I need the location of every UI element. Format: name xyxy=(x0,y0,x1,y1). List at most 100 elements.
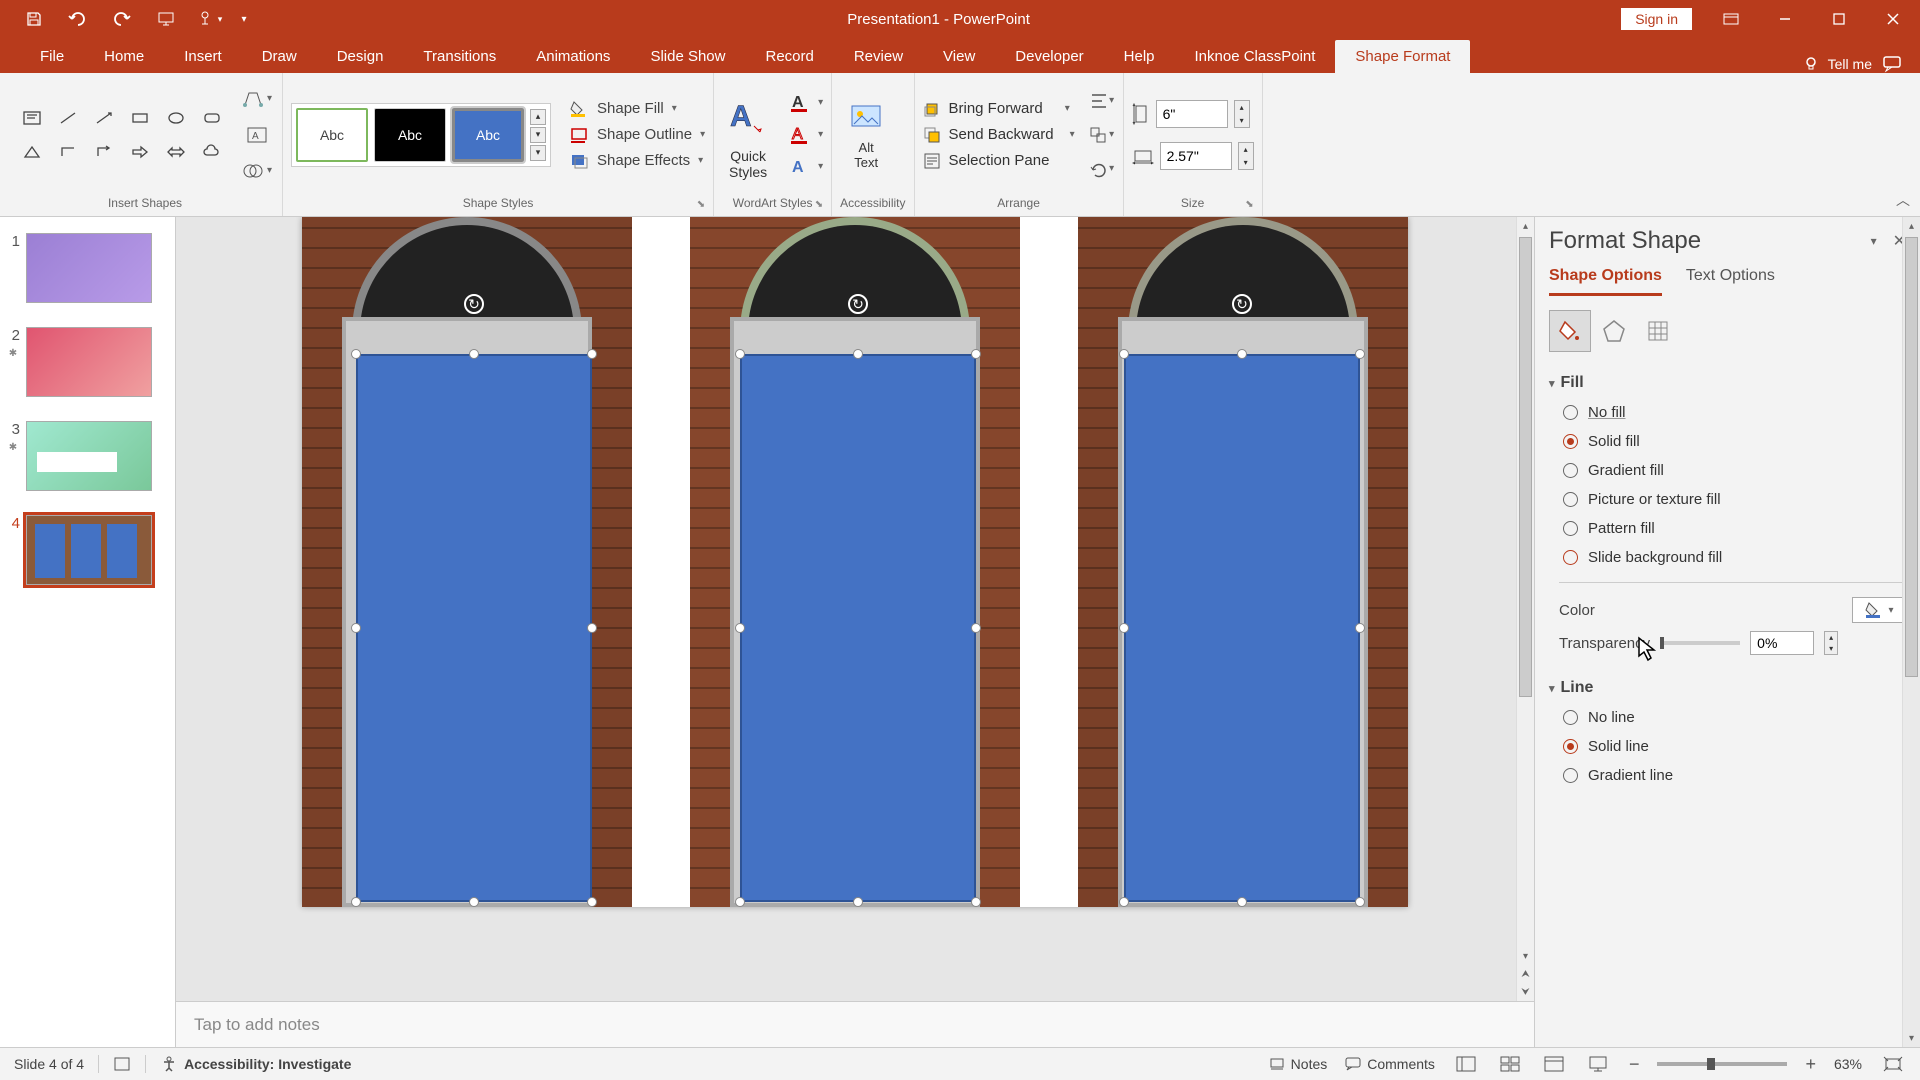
tab-review[interactable]: Review xyxy=(834,40,923,73)
notes-toggle[interactable]: Notes xyxy=(1269,1056,1328,1072)
width-spinner[interactable]: ▴▾ xyxy=(1238,142,1254,170)
tab-file[interactable]: File xyxy=(20,40,84,73)
size-dialog-launcher[interactable]: ⬊ xyxy=(1245,199,1253,210)
tab-slideshow[interactable]: Slide Show xyxy=(630,40,745,73)
selection-pane-button[interactable]: Selection Pane xyxy=(923,152,1075,170)
tab-classpoint[interactable]: Inknoe ClassPoint xyxy=(1175,40,1336,73)
width-field[interactable]: ▴▾ xyxy=(1132,142,1254,170)
selection-handle[interactable] xyxy=(1119,349,1129,359)
transparency-input[interactable] xyxy=(1750,631,1814,655)
fill-line-icon[interactable] xyxy=(1549,310,1591,352)
tab-draw[interactable]: Draw xyxy=(242,40,317,73)
radio-no-line[interactable]: No line xyxy=(1563,709,1920,726)
shape-cloud-icon[interactable] xyxy=(196,137,228,167)
selection-handle[interactable] xyxy=(351,623,361,633)
text-outline-button[interactable]: A▾ xyxy=(788,122,823,148)
selection-handle[interactable] xyxy=(1355,897,1365,907)
style-swatch-2[interactable]: Abc xyxy=(374,108,446,162)
zoom-out-button[interactable]: − xyxy=(1629,1054,1640,1075)
selection-handle[interactable] xyxy=(1119,623,1129,633)
radio-solid-fill[interactable]: Solid fill xyxy=(1563,433,1920,450)
comments-toggle[interactable]: Comments xyxy=(1345,1056,1435,1072)
selection-handle[interactable] xyxy=(853,897,863,907)
shape-leftright-arrow-icon[interactable] xyxy=(160,137,192,167)
reading-view-button[interactable] xyxy=(1541,1053,1567,1075)
zoom-slider[interactable] xyxy=(1657,1062,1787,1066)
shape-style-gallery[interactable]: Abc Abc Abc ▴▾▾ xyxy=(291,103,551,167)
size-properties-icon[interactable] xyxy=(1637,310,1679,352)
radio-pattern-fill[interactable]: Pattern fill xyxy=(1563,520,1920,537)
thumb-slide-4[interactable]: 4 xyxy=(0,511,175,605)
notes-placeholder[interactable]: Tap to add notes xyxy=(176,1001,1534,1047)
edit-shape-button[interactable]: ▾ xyxy=(240,84,274,114)
tab-view[interactable]: View xyxy=(923,40,995,73)
pane-options-button[interactable]: ▾ xyxy=(1871,234,1877,248)
tab-transitions[interactable]: Transitions xyxy=(403,40,516,73)
blue-rect-3[interactable] xyxy=(1124,354,1360,902)
selection-handle[interactable] xyxy=(469,349,479,359)
comments-button[interactable] xyxy=(1882,55,1902,73)
selection-handle[interactable] xyxy=(587,349,597,359)
rotate-handle[interactable] xyxy=(1232,294,1252,314)
style-gallery-scroll[interactable]: ▴▾▾ xyxy=(530,109,546,161)
selection-handle[interactable] xyxy=(971,623,981,633)
shape-gallery[interactable] xyxy=(16,103,228,167)
scroll-up-button[interactable]: ▴ xyxy=(1517,217,1534,235)
line-section-header[interactable]: ▾Line xyxy=(1549,671,1920,705)
selection-handle[interactable] xyxy=(351,349,361,359)
text-box-button[interactable]: A xyxy=(240,120,274,150)
radio-gradient-line[interactable]: Gradient line xyxy=(1563,767,1920,784)
shape-elbow-icon[interactable] xyxy=(52,137,84,167)
radio-picture-fill[interactable]: Picture or texture fill xyxy=(1563,491,1920,508)
transparency-spinner[interactable]: ▴▾ xyxy=(1824,631,1838,655)
selection-handle[interactable] xyxy=(1237,897,1247,907)
radio-slide-bg-fill[interactable]: Slide background fill xyxy=(1563,549,1920,566)
tell-me-button[interactable]: Tell me xyxy=(1802,55,1872,73)
tab-record[interactable]: Record xyxy=(745,40,833,73)
group-button[interactable]: ▾ xyxy=(1089,122,1115,148)
normal-view-button[interactable] xyxy=(1453,1053,1479,1075)
height-input[interactable] xyxy=(1156,100,1228,128)
bring-forward-button[interactable]: Bring Forward▾ xyxy=(923,100,1075,118)
fill-section-header[interactable]: ▾Fill xyxy=(1549,366,1920,400)
shape-outline-button[interactable]: Shape Outline▾ xyxy=(569,126,705,144)
scroll-down-button[interactable]: ▾ xyxy=(1517,947,1534,965)
tab-help[interactable]: Help xyxy=(1104,40,1175,73)
selection-handle[interactable] xyxy=(469,897,479,907)
shape-rounded-rect-icon[interactable] xyxy=(196,103,228,133)
slide-canvas[interactable] xyxy=(302,217,1408,907)
selection-handle[interactable] xyxy=(971,349,981,359)
rotate-handle[interactable] xyxy=(464,294,484,314)
effects-icon[interactable] xyxy=(1593,310,1635,352)
shape-block-arrow-icon[interactable] xyxy=(124,137,156,167)
redo-button[interactable] xyxy=(100,0,144,38)
sign-in-button[interactable]: Sign in xyxy=(1621,8,1692,30)
selection-handle[interactable] xyxy=(587,897,597,907)
shape-textbox-icon[interactable] xyxy=(16,103,48,133)
pane-tab-text-options[interactable]: Text Options xyxy=(1686,267,1775,296)
selection-handle[interactable] xyxy=(351,897,361,907)
ribbon-display-button[interactable] xyxy=(1704,0,1758,38)
save-button[interactable] xyxy=(12,0,56,38)
radio-gradient-fill[interactable]: Gradient fill xyxy=(1563,462,1920,479)
send-backward-button[interactable]: Send Backward▾ xyxy=(923,126,1075,144)
shape-oval-icon[interactable] xyxy=(160,103,192,133)
selection-handle[interactable] xyxy=(1355,349,1365,359)
slide-indicator[interactable]: Slide 4 of 4 xyxy=(14,1056,84,1072)
shape-triangle-icon[interactable] xyxy=(16,137,48,167)
qat-customize-button[interactable]: ▾ xyxy=(232,0,256,38)
alt-text-button[interactable]: Alt Text xyxy=(840,100,892,170)
pane-scrollbar[interactable]: ▴ ▾ xyxy=(1902,217,1920,1047)
slideshow-view-button[interactable] xyxy=(1585,1053,1611,1075)
shape-fill-button[interactable]: Shape Fill▾ xyxy=(569,100,705,118)
fill-color-button[interactable]: ▾ xyxy=(1852,597,1906,623)
thumb-slide-1[interactable]: 1 xyxy=(0,229,175,323)
shape-line-icon[interactable] xyxy=(52,103,84,133)
transparency-slider[interactable] xyxy=(1660,641,1740,645)
undo-button[interactable] xyxy=(56,0,100,38)
tab-insert[interactable]: Insert xyxy=(164,40,242,73)
fit-to-window-button[interactable] xyxy=(1880,1053,1906,1075)
tab-shape-format[interactable]: Shape Format xyxy=(1335,40,1470,73)
close-button[interactable] xyxy=(1866,0,1920,38)
thumb-slide-2[interactable]: 2✱ xyxy=(0,323,175,417)
